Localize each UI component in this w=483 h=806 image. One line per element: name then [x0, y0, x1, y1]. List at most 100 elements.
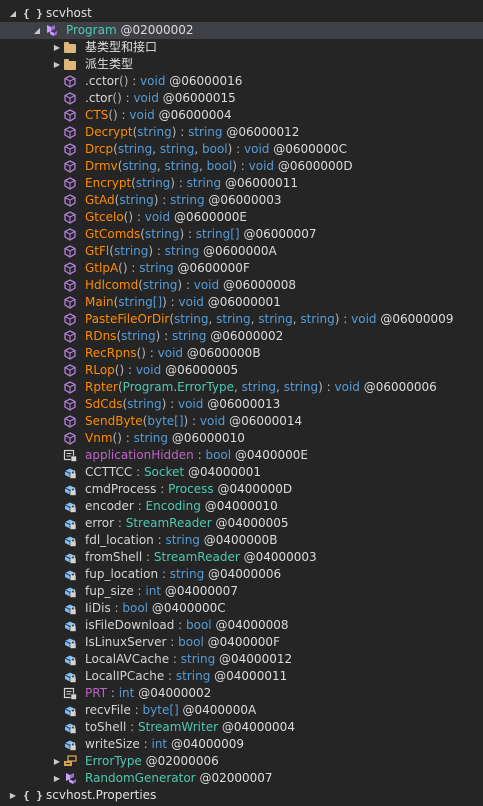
tree-node-member-encrypt[interactable]: Encrypt(string) : string @06000011	[0, 175, 483, 192]
expand-arrow-icon[interactable]: ◢	[8, 5, 18, 22]
tree-node-member-gtcomds[interactable]: GtComds(string) : string[] @06000007	[0, 226, 483, 243]
member-type: void	[144, 210, 171, 224]
tree-node-member-fromshell[interactable]: fromShell : StreamReader @04000003	[0, 549, 483, 566]
tree-node-member-vnm[interactable]: Vnm() : string @06000010	[0, 430, 483, 447]
metadata-token: @04000010	[204, 499, 278, 513]
method-icon	[63, 109, 77, 122]
expand-arrow-icon[interactable]: ▶	[8, 787, 18, 804]
expand-arrow-icon[interactable]: ▶	[52, 753, 62, 770]
type-separator: :	[156, 482, 169, 496]
member-name: IsLinuxServer	[85, 635, 167, 649]
member-label: applicationHidden : bool @0400000E	[85, 447, 308, 464]
member-name: fromShell	[85, 550, 143, 564]
member-type: string	[165, 533, 200, 547]
tree-node-member-islinuxserver[interactable]: IsLinuxServer : bool @0400000F	[0, 634, 483, 651]
method-icon	[63, 381, 77, 394]
expand-arrow-icon[interactable]: ◢	[32, 22, 42, 39]
enum-label: ErrorType @02000006	[85, 753, 219, 770]
tree-node-member-localavcache[interactable]: LocalAVCache : string @04000012	[0, 651, 483, 668]
tree-node-member-rpter[interactable]: Rpter(Program.ErrorType, string, string)…	[0, 379, 483, 396]
tree-node-member-main[interactable]: Main(string[]) : void @06000001	[0, 294, 483, 311]
member-list: .cctor() : void @06000016 .ctor() : void …	[0, 73, 483, 753]
member-type: StreamWriter	[138, 720, 219, 734]
tree-node-folder-derived-types[interactable]: ▶ 派生类型	[0, 56, 483, 73]
tree-node-member-cts[interactable]: CTS() : void @06000004	[0, 107, 483, 124]
tree-node-member-isfiledownload[interactable]: isFileDownload : bool @04000008	[0, 617, 483, 634]
tree-node-enum-errortype[interactable]: ▶ ErrorType @02000006	[0, 753, 483, 770]
tree-node-member-iidis[interactable]: IiDis : bool @0400000C	[0, 600, 483, 617]
tree-node-folder-base-types[interactable]: ▶ 基类型和接口	[0, 39, 483, 56]
member-label: toShell : StreamWriter @04000004	[85, 719, 295, 736]
member-params: ()	[123, 210, 134, 224]
tree-node-member-drcp[interactable]: Drcp(string, string, bool) : void @06000…	[0, 141, 483, 158]
member-params: (string)	[122, 397, 167, 411]
tree-node-member-gtfl[interactable]: GtFl(string) : string @0600000A	[0, 243, 483, 260]
tree-node-member-encoder[interactable]: encoder : Encoding @04000010	[0, 498, 483, 515]
member-name: fup_size	[85, 584, 134, 598]
tree-node-member-gtcelo[interactable]: Gtcelo() : void @0600000E	[0, 209, 483, 226]
member-name: IiDis	[85, 601, 111, 615]
metadata-token: @06000007	[243, 227, 317, 241]
tree-node-member-drmv[interactable]: Drmv(string, string, bool) : void @06000…	[0, 158, 483, 175]
property-icon	[63, 687, 77, 700]
tree-node-program-class[interactable]: ◢ Program @02000002	[0, 22, 483, 39]
member-name: fdl_location	[85, 533, 154, 547]
member-label: Hdlcomd(string) : void @06000008	[85, 277, 296, 294]
member-label: GtlpA() : string @0600000F	[85, 260, 250, 277]
tree-node-member-recrpns[interactable]: RecRpns() : void @0600000B	[0, 345, 483, 362]
tree-node-member-cmdprocess[interactable]: cmdProcess : Process @0400000D	[0, 481, 483, 498]
tree-node-namespace-scvhost-properties[interactable]: ▶ { } scvhost.Properties	[0, 787, 483, 804]
method-icon	[63, 415, 77, 428]
tree-node-member-writesize[interactable]: writeSize : int @04000009	[0, 736, 483, 753]
type-separator: :	[121, 91, 134, 105]
tree-node-class-randomgenerator[interactable]: ▶ RandomGenerator @02000007	[0, 770, 483, 787]
member-name: PasteFileOrDir	[85, 312, 170, 326]
tree-node-namespace-scvhost[interactable]: ◢ { } scvhost	[0, 5, 483, 22]
type-separator: :	[322, 380, 335, 394]
tree-node-member-rlop[interactable]: RLop() : void @06000005	[0, 362, 483, 379]
member-params: ()	[114, 363, 125, 377]
member-label: RDns(string) : string @06000002	[85, 328, 283, 345]
member-label: cmdProcess : Process @0400000D	[85, 481, 292, 498]
member-type: string	[188, 125, 223, 139]
metadata-token: @06000011	[224, 176, 299, 190]
tree-node-member-ccttcc[interactable]: CCTTCC : Socket @04000001	[0, 464, 483, 481]
tree-node-member-fuplocation[interactable]: fup_location : string @04000006	[0, 566, 483, 583]
tree-node-member-fupsize[interactable]: fup_size : int @04000007	[0, 583, 483, 600]
field-icon	[63, 738, 77, 751]
tree-node-member-ctor[interactable]: .ctor() : void @06000015	[0, 90, 483, 107]
member-label: recvFile : byte[] @0400000A	[85, 702, 256, 719]
expand-arrow-icon[interactable]: ▶	[52, 39, 62, 56]
member-name: applicationHidden	[85, 448, 194, 462]
method-icon	[63, 75, 77, 88]
expand-arrow-icon[interactable]: ▶	[52, 56, 62, 73]
member-label: PRT : int @04000002	[85, 685, 211, 702]
tree-node-member-hdlcomd[interactable]: Hdlcomd(string) : void @06000008	[0, 277, 483, 294]
tree-node-member-pastefileordir[interactable]: PasteFileOrDir(string, string, string, s…	[0, 311, 483, 328]
tree-node-member-sdcds[interactable]: SdCds(string) : void @06000013	[0, 396, 483, 413]
tree-node-member-cctor[interactable]: .cctor() : void @06000016	[0, 73, 483, 90]
tree-node-member-error[interactable]: error : StreamReader @04000005	[0, 515, 483, 532]
tree-node-member-prt[interactable]: PRT : int @04000002	[0, 685, 483, 702]
field-icon	[63, 653, 77, 666]
tree-node-member-rdns[interactable]: RDns(string) : string @06000002	[0, 328, 483, 345]
type-separator: :	[193, 448, 206, 462]
type-separator: :	[339, 312, 352, 326]
member-label: CTS() : void @06000004	[85, 107, 232, 124]
tree-node-member-localipcache[interactable]: LocalIPCache : string @04000011	[0, 668, 483, 685]
tree-node-member-gtlpa[interactable]: GtlpA() : string @0600000F	[0, 260, 483, 277]
tree-node-member-sendbyte[interactable]: SendByte(byte[]) : void @06000014	[0, 413, 483, 430]
tree-node-member-applicationhidden[interactable]: applicationHidden : bool @0400000E	[0, 447, 483, 464]
tree-node-member-toshell[interactable]: toShell : StreamWriter @04000004	[0, 719, 483, 736]
method-icon	[63, 279, 77, 292]
tree-node-member-gtad[interactable]: GtAd(string) : string @06000003	[0, 192, 483, 209]
tree-node-member-fdllocation[interactable]: fdl_location : string @0400000B	[0, 532, 483, 549]
tree-node-member-decrypt[interactable]: Decrypt(string) : string @06000012	[0, 124, 483, 141]
metadata-token: @02000002	[120, 23, 194, 37]
tree-node-member-recvfile[interactable]: recvFile : byte[] @0400000A	[0, 702, 483, 719]
member-label: Drcp(string, string, bool) : void @06000…	[85, 141, 347, 158]
member-type: StreamReader	[153, 550, 240, 564]
type-separator: :	[236, 159, 249, 173]
member-type: void	[135, 363, 162, 377]
expand-arrow-icon[interactable]: ▶	[52, 770, 62, 787]
